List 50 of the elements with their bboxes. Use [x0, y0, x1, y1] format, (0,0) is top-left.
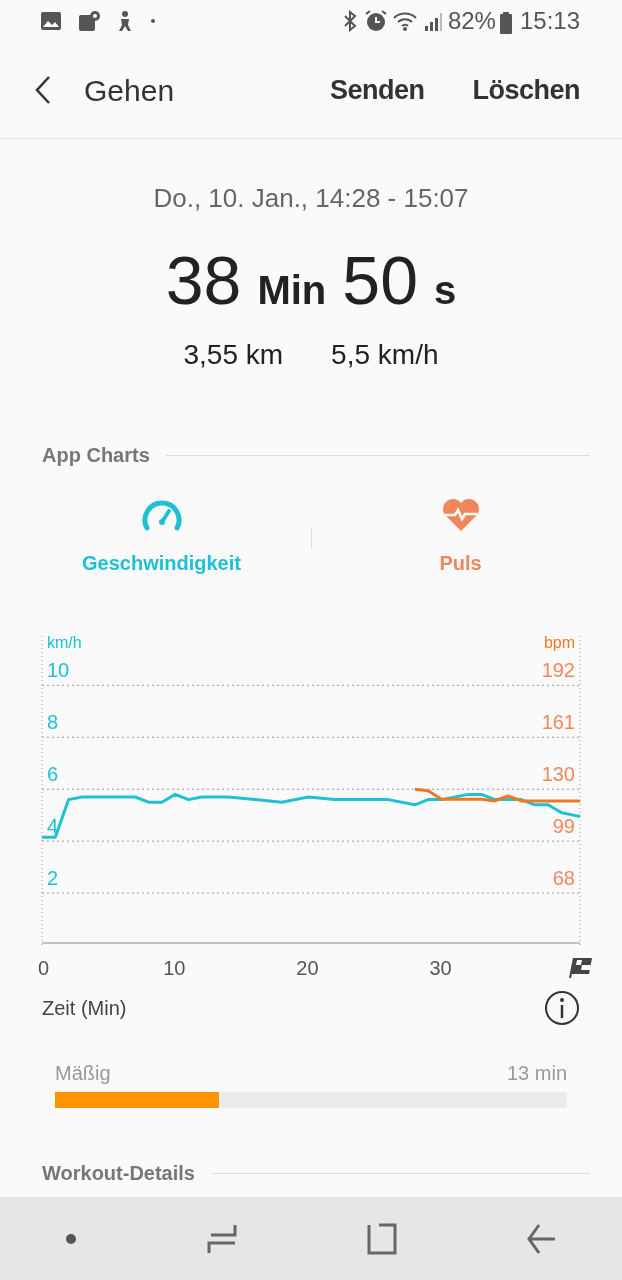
axis-tick-label: 68 [552, 867, 575, 890]
axis-tick-label: 161 [541, 711, 575, 734]
intensity-label: Mäßig [55, 1061, 111, 1086]
send-button[interactable]: Senden [329, 69, 425, 111]
axis-tick-label: 6 [47, 763, 59, 786]
axis-title: Zeit (Min) [42, 996, 127, 1021]
recent-apps-button[interactable] [207, 1222, 237, 1255]
workout-date: Do., 10. Jan., 14:28 - 15:07 [152, 182, 470, 215]
duration-unit: Min [257, 267, 327, 314]
back-button[interactable] [34, 75, 52, 105]
axis-tick-label: 20 [296, 957, 319, 979]
signal-icon [423, 10, 444, 32]
section-title: App Charts [42, 443, 150, 468]
gallery-icon [40, 11, 62, 31]
duration-unit: s [433, 267, 457, 314]
axis-tick-label: 2 [47, 867, 59, 890]
duration-value: 38 [165, 246, 242, 314]
back-icon [34, 75, 52, 105]
axis-unit: km/h [47, 634, 82, 651]
axis-tick-label: 4 [47, 815, 59, 838]
home-button[interactable] [367, 1222, 397, 1255]
axis-tick-label: 10 [163, 957, 186, 979]
axis-tick-label: 192 [541, 659, 575, 682]
axis-tick-label: 30 [429, 957, 452, 979]
axis-tick-label: 8 [47, 711, 59, 734]
distance-value: 3,55 km [183, 338, 284, 372]
battery-percentage: 82% [447, 6, 496, 36]
speedometer-icon [140, 498, 183, 532]
duration-value: 50 [342, 246, 418, 314]
map-icon [78, 10, 100, 32]
figure-icon [116, 10, 134, 32]
axis-tick-label: 10 [47, 659, 70, 682]
alarm-icon [363, 9, 388, 33]
section-title: Workout-Details [42, 1161, 195, 1186]
axis-tick-label: 0 [38, 957, 50, 979]
screen-title: Gehen [84, 72, 175, 109]
dot-icon [65, 1232, 77, 1245]
info-button[interactable] [544, 990, 580, 1026]
battery-icon [499, 11, 512, 34]
intensity-duration: 13 min [506, 1061, 567, 1086]
axis-unit: bpm [543, 634, 575, 651]
clock: 15:13 [519, 6, 580, 36]
axis-tick-label: 99 [552, 815, 575, 838]
speed-value: 5,5 km/h [331, 338, 439, 372]
delete-button[interactable]: Löschen [472, 69, 580, 111]
axis-tick-label: 130 [541, 763, 575, 786]
finish-flag-icon [569, 957, 592, 979]
heart-pulse-icon [441, 498, 480, 532]
dot-icon [150, 18, 156, 24]
info-icon [544, 990, 580, 1026]
